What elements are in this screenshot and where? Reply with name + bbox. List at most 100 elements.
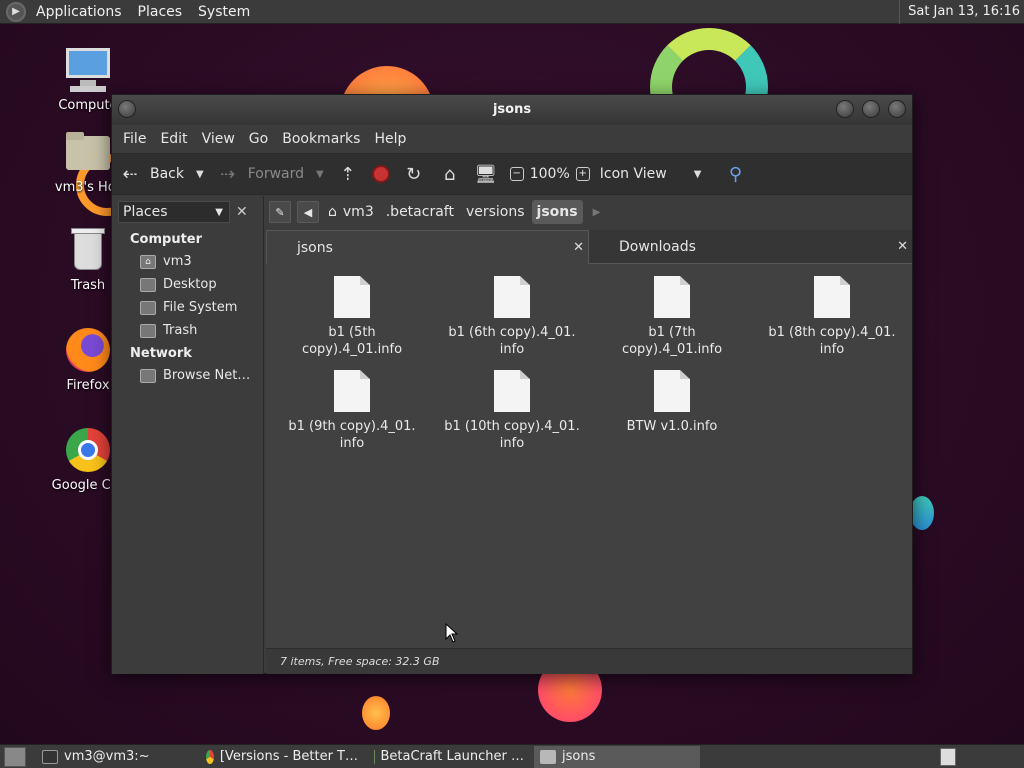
path-segment-vm3[interactable]: ⌂ vm3 bbox=[323, 200, 379, 224]
status-bar: 7 items, Free space: 32.3 GB bbox=[266, 648, 912, 674]
menu-places[interactable]: Places bbox=[130, 4, 191, 20]
window-title: jsons bbox=[492, 102, 532, 117]
up-button[interactable]: ⇡ bbox=[330, 153, 366, 195]
sidebar-item-trash[interactable]: Trash bbox=[112, 319, 263, 342]
back-arrow-icon: ⇠ bbox=[122, 163, 138, 185]
drive-icon bbox=[140, 300, 156, 315]
menu-help[interactable]: Help bbox=[367, 131, 413, 147]
task-chrome[interactable]: [Versions - Better T… bbox=[200, 746, 364, 768]
home-icon: ⌂ bbox=[328, 204, 337, 220]
window-titlebar[interactable]: jsons bbox=[112, 95, 912, 125]
chevron-down-icon: ▼ bbox=[215, 206, 223, 218]
forward-arrow-icon: ⇢ bbox=[220, 163, 236, 185]
sidebar-item-label: Trash bbox=[163, 323, 198, 338]
document-icon bbox=[494, 370, 530, 412]
path-segment-betacraft[interactable]: .betacraft bbox=[381, 200, 459, 224]
zoom-out-icon: − bbox=[509, 167, 524, 181]
stop-button[interactable] bbox=[366, 153, 396, 195]
zoom-level[interactable]: 100% bbox=[530, 166, 570, 182]
edit-location-icon[interactable]: ✎ bbox=[269, 201, 291, 223]
home-button[interactable]: ⌂ bbox=[432, 153, 468, 195]
task-label: jsons bbox=[562, 749, 596, 764]
document-icon bbox=[334, 370, 370, 412]
task-label: [Versions - Better T… bbox=[219, 749, 358, 764]
zoom-in-icon: + bbox=[575, 167, 590, 181]
file-item[interactable]: b1 (9th copy).4_01. info bbox=[277, 370, 427, 452]
computer-button[interactable]: 🖥 bbox=[468, 153, 504, 195]
maximize-button[interactable] bbox=[862, 100, 880, 118]
file-manager-window: jsons File Edit View Go Bookmarks Help ⇠… bbox=[111, 94, 913, 674]
file-item[interactable]: BTW v1.0.info bbox=[597, 370, 747, 435]
path-bar: ✎ ◀ ⌂ vm3 .betacraft versions jsons ▶ bbox=[269, 196, 912, 228]
file-item[interactable]: b1 (6th copy).4_01. info bbox=[437, 276, 587, 358]
document-icon bbox=[654, 276, 690, 318]
task-betacraft[interactable]: BetaCraft Launcher … bbox=[368, 746, 530, 768]
window-menu-button[interactable] bbox=[118, 100, 136, 118]
file-name-line2: info bbox=[819, 342, 845, 357]
back-button[interactable]: ⇠ Back bbox=[112, 153, 190, 195]
workspace-switcher[interactable] bbox=[940, 748, 956, 766]
view-mode-select[interactable]: Icon View bbox=[596, 166, 686, 182]
clock[interactable]: Sat Jan 13, 16:16 bbox=[899, 0, 1020, 24]
file-item[interactable]: b1 (5th copy).4_01.info bbox=[277, 276, 427, 358]
menu-applications[interactable]: Applications bbox=[28, 4, 130, 20]
file-item[interactable]: b1 (7th copy).4_01.info bbox=[597, 276, 747, 358]
path-segment-jsons[interactable]: jsons bbox=[531, 200, 583, 224]
trash-icon bbox=[64, 226, 112, 274]
sidebar-selector[interactable]: Places ▼ bbox=[118, 201, 230, 223]
path-scroll-right-icon[interactable]: ▶ bbox=[585, 207, 601, 218]
sidebar-item-desktop[interactable]: Desktop bbox=[112, 273, 263, 296]
back-label: Back bbox=[150, 166, 184, 182]
menu-view[interactable]: View bbox=[195, 131, 242, 147]
sidebar-section-computer: Computer bbox=[130, 232, 203, 247]
path-scroll-left-icon[interactable]: ◀ bbox=[297, 201, 319, 223]
close-tab-icon[interactable]: ✕ bbox=[897, 239, 908, 254]
reload-button[interactable]: ↻ bbox=[396, 153, 432, 195]
sidebar-item-file-system[interactable]: File System bbox=[112, 296, 263, 319]
file-view[interactable]: b1 (5th copy).4_01.info b1 (6th copy).4_… bbox=[266, 264, 912, 648]
sidebar-selector-label: Places bbox=[123, 204, 168, 220]
menu-bookmarks[interactable]: Bookmarks bbox=[275, 131, 367, 147]
menu-system[interactable]: System bbox=[190, 4, 258, 20]
tab-jsons[interactable]: jsons ✕ bbox=[266, 230, 589, 264]
close-tab-icon[interactable]: ✕ bbox=[573, 240, 584, 255]
zoom-in-button[interactable]: + bbox=[570, 153, 596, 195]
task-terminal[interactable]: vm3@vm3:~ bbox=[36, 746, 196, 768]
close-window-button[interactable] bbox=[888, 100, 906, 118]
file-item[interactable]: b1 (10th copy).4_01. info bbox=[437, 370, 587, 452]
menu-file[interactable]: File bbox=[116, 131, 153, 147]
home-folder-icon: ⌂ bbox=[140, 254, 156, 269]
file-name-line2: info bbox=[499, 342, 525, 357]
task-label: BetaCraft Launcher … bbox=[380, 749, 525, 764]
folder-icon bbox=[540, 749, 556, 764]
path-segment-versions[interactable]: versions bbox=[461, 200, 530, 224]
show-desktop-button[interactable] bbox=[4, 746, 26, 767]
document-icon bbox=[814, 276, 850, 318]
task-jsons[interactable]: jsons bbox=[534, 745, 700, 768]
sidebar-item-browse-network[interactable]: Browse Net… bbox=[112, 364, 263, 387]
back-history-dropdown[interactable]: ▼ bbox=[190, 169, 210, 180]
search-icon: ⚲ bbox=[728, 163, 743, 185]
document-icon bbox=[494, 276, 530, 318]
menu-edit[interactable]: Edit bbox=[153, 131, 194, 147]
sidebar-item-vm3[interactable]: ⌂ vm3 bbox=[112, 250, 263, 273]
document-icon bbox=[334, 276, 370, 318]
file-name: b1 (6th copy).4_01. bbox=[448, 325, 576, 340]
view-mode-dropdown[interactable]: ▼ bbox=[686, 169, 708, 180]
file-item[interactable]: b1 (8th copy).4_01. info bbox=[757, 276, 907, 358]
file-name: b1 (10th copy).4_01. bbox=[444, 419, 580, 434]
sidebar-item-label: vm3 bbox=[163, 254, 192, 269]
minimize-button[interactable] bbox=[836, 100, 854, 118]
up-arrow-icon: ⇡ bbox=[340, 163, 356, 185]
sidebar-item-label: File System bbox=[163, 300, 238, 315]
forward-button[interactable]: ⇢ Forward bbox=[210, 153, 310, 195]
forward-history-dropdown[interactable]: ▼ bbox=[310, 169, 330, 180]
sidebar-item-label: Desktop bbox=[163, 277, 217, 292]
computer-icon bbox=[64, 46, 112, 94]
close-sidebar-icon[interactable]: ✕ bbox=[236, 204, 248, 220]
menu-go[interactable]: Go bbox=[242, 131, 275, 147]
mate-logo-icon[interactable]: ▶ bbox=[6, 1, 26, 22]
tab-downloads[interactable]: Downloads ✕ bbox=[589, 230, 912, 264]
search-button[interactable]: ⚲ bbox=[707, 153, 753, 195]
zoom-out-button[interactable]: − bbox=[504, 153, 530, 195]
